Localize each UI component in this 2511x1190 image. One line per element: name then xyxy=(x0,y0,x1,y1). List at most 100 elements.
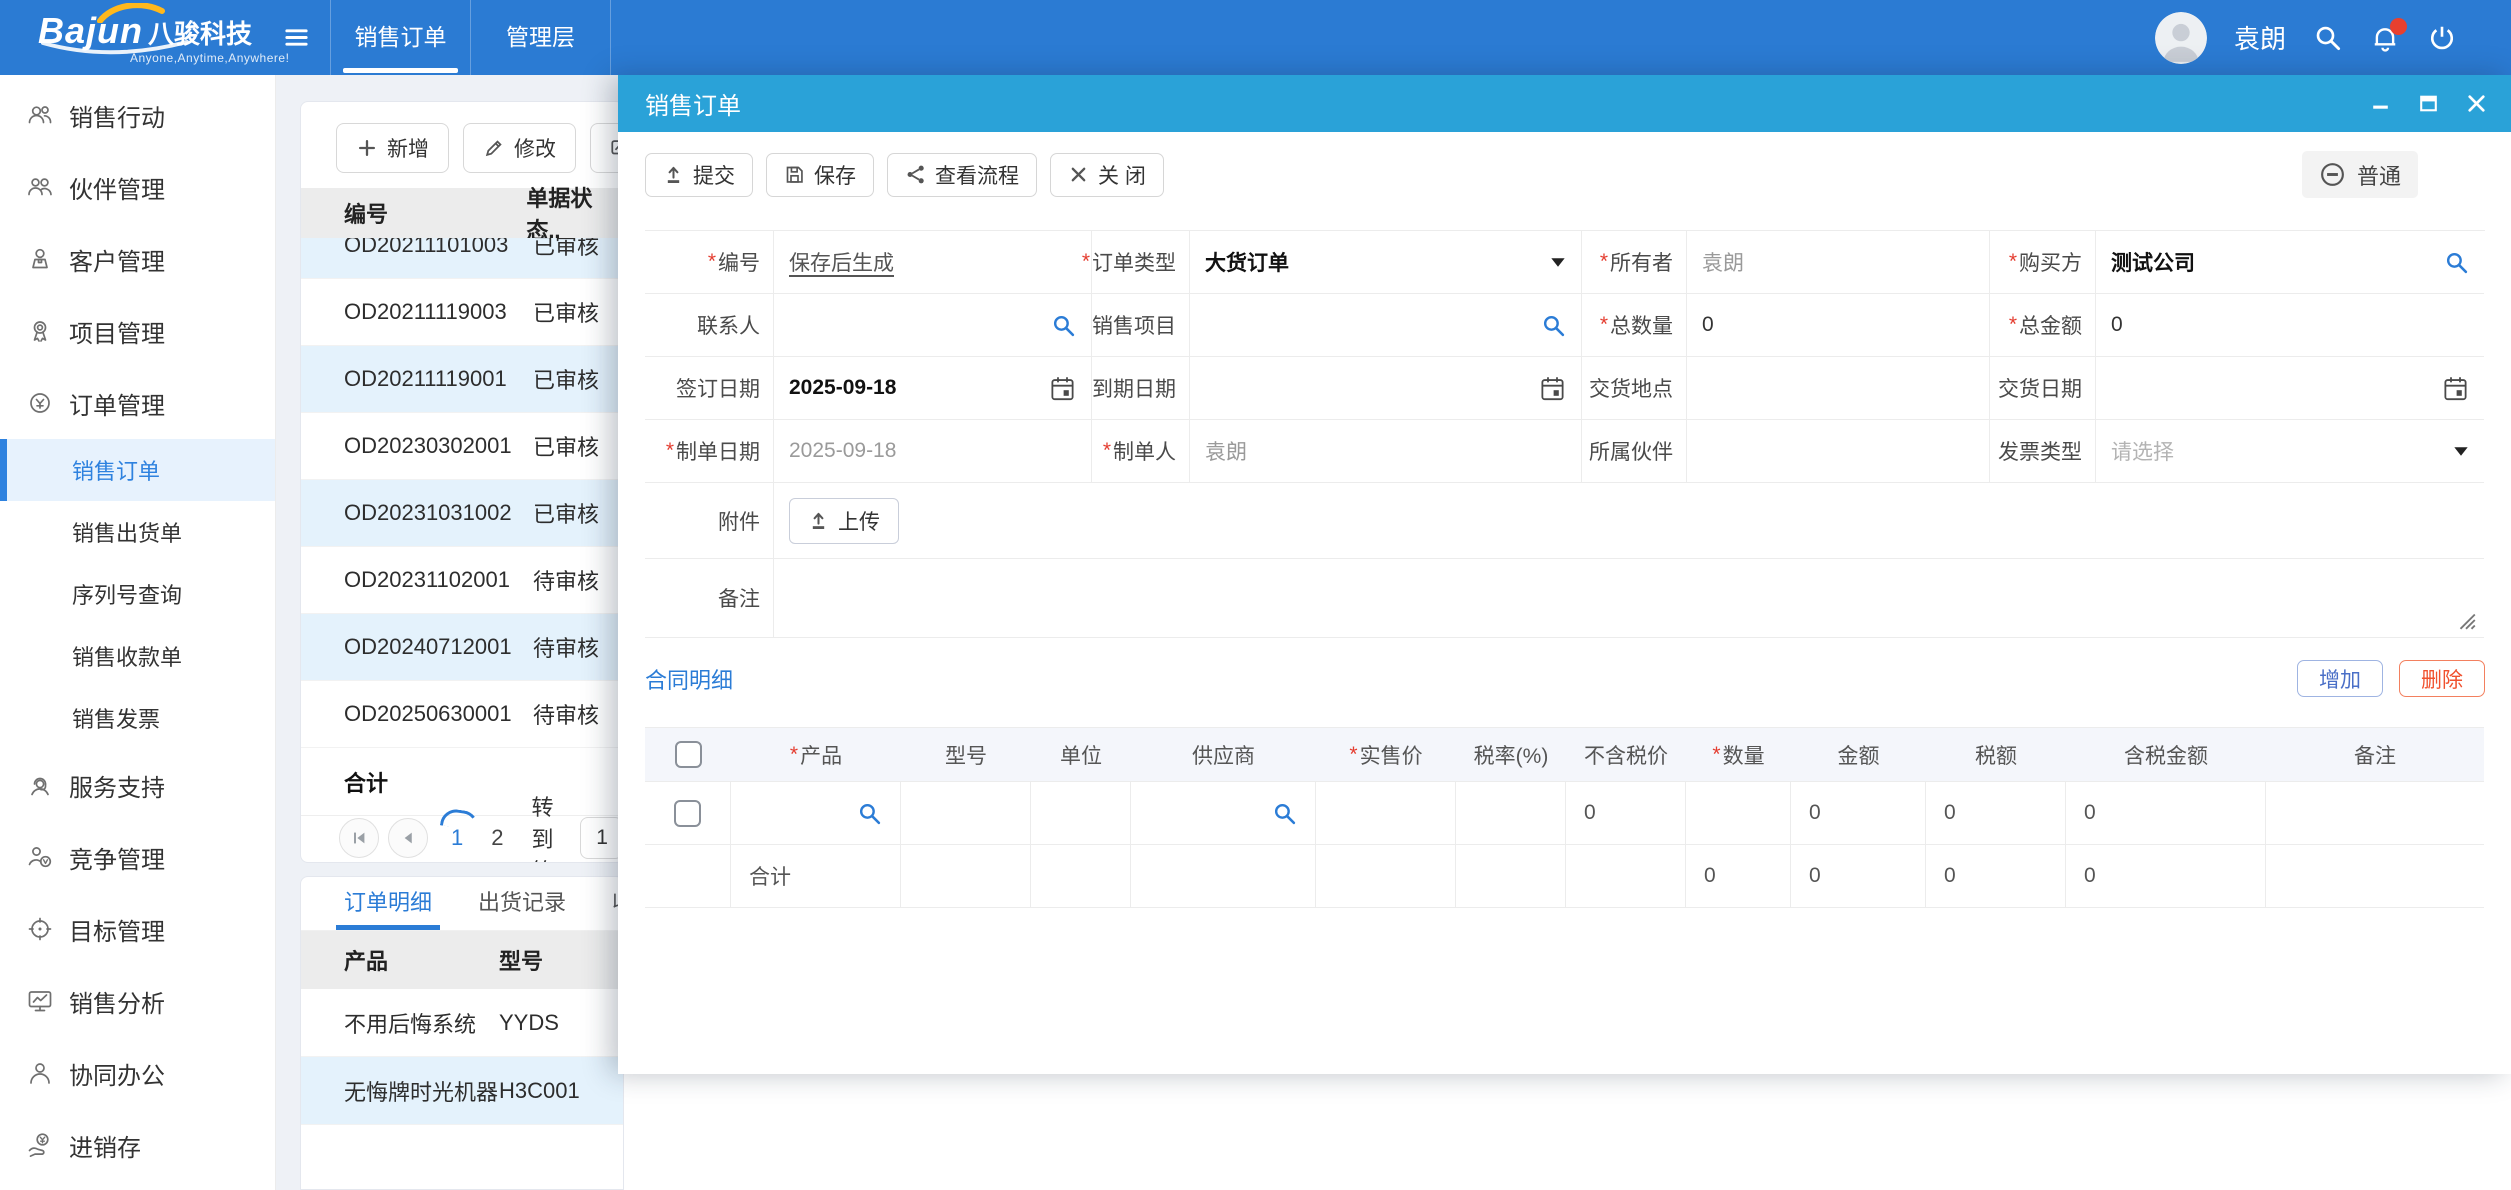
field-value-订单类型[interactable]: 大货订单 xyxy=(1190,231,1582,294)
sidebar-subitem-销售出货单[interactable]: 销售出货单 xyxy=(0,501,275,563)
dialog-button-保存[interactable]: 保存 xyxy=(766,153,874,197)
field-value-制单人[interactable]: 袁朗 xyxy=(1190,420,1582,483)
dialog-button-查看流程[interactable]: 查看流程 xyxy=(887,153,1037,197)
sidebar-item-协同办公[interactable]: 协同办公 xyxy=(0,1037,275,1109)
caret-icon[interactable] xyxy=(1550,257,1566,268)
maximize-icon[interactable] xyxy=(2416,91,2441,116)
order-row[interactable]: OD20211119001已审核 xyxy=(301,346,623,413)
field-value-签订日期[interactable]: 2025-09-18 xyxy=(774,357,1092,420)
column-header-model[interactable]: 型号 xyxy=(499,944,543,976)
sidebar-subitem-销售发票[interactable]: 销售发票 xyxy=(0,687,275,749)
row-checkbox[interactable] xyxy=(674,800,701,827)
order-row[interactable]: OD20211101003已审核 xyxy=(301,238,623,279)
field-value-所有者[interactable]: 袁朗 xyxy=(1687,231,1990,294)
sidebar-item-服务支持[interactable]: 服务支持 xyxy=(0,749,275,821)
product-row[interactable]: 不用后悔系统YYDS xyxy=(301,989,623,1057)
search-icon[interactable] xyxy=(857,801,882,826)
order-row[interactable]: OD20230302001已审核 xyxy=(301,413,623,480)
sidebar-item-目标管理[interactable]: 目标管理 xyxy=(0,893,275,965)
column-header-product[interactable]: 产品 xyxy=(344,944,499,976)
prev-page-button[interactable] xyxy=(388,818,428,858)
field-value-总数量[interactable]: 0 xyxy=(1687,294,1990,357)
field-value-销售项目[interactable] xyxy=(1190,294,1582,357)
field-value-备注[interactable] xyxy=(774,559,2484,638)
caret-icon[interactable] xyxy=(2453,446,2469,457)
power-icon[interactable] xyxy=(2427,23,2457,53)
nav-tab-销售订单[interactable]: 销售订单 xyxy=(330,0,470,75)
order-row[interactable]: OD20211119003已审核 xyxy=(301,279,623,346)
close-icon[interactable] xyxy=(2464,91,2489,116)
first-page-button[interactable] xyxy=(339,818,379,858)
order-row[interactable]: OD20231102001待审核 xyxy=(301,547,623,614)
tab-订单明细[interactable]: 订单明细 xyxy=(344,885,432,930)
sidebar-item-进销存[interactable]: 进销存 xyxy=(0,1109,275,1181)
增加-button[interactable]: 增加 xyxy=(2297,660,2383,697)
order-code: OD20211119001 xyxy=(344,366,533,392)
topbar: Bajun八骏科技 Anyone,Anytime,Anywhere! 销售订单管… xyxy=(0,0,2511,75)
hamburger-menu-icon[interactable] xyxy=(282,23,311,52)
minimize-icon[interactable] xyxy=(2368,91,2393,116)
sidebar-item-销售分析[interactable]: 销售分析 xyxy=(0,965,275,1037)
detail-cell[interactable] xyxy=(1131,782,1316,845)
calendar-icon[interactable] xyxy=(1539,375,1566,402)
dialog-titlebar[interactable]: 销售订单 xyxy=(618,75,2511,132)
field-label-销售项目: 销售项目 xyxy=(1092,294,1190,357)
section-title[interactable]: 合同明细 xyxy=(645,663,733,695)
sidebar-item-销售行动[interactable]: 销售行动 xyxy=(0,79,275,151)
field-value-交货地点[interactable] xyxy=(1687,357,1990,420)
calendar-icon[interactable] xyxy=(2442,375,2469,402)
page-number-2[interactable]: 2 xyxy=(491,825,503,851)
field-label-到期日期: 到期日期 xyxy=(1092,357,1190,420)
person-icon xyxy=(26,1059,54,1087)
app-logo[interactable]: Bajun八骏科技 Anyone,Anytime,Anywhere! xyxy=(38,4,258,72)
column-header-status[interactable]: 单据状态.. xyxy=(526,181,623,245)
search-icon[interactable] xyxy=(2313,23,2343,53)
sidebar-item-竞争管理[interactable]: 竞争管理 xyxy=(0,821,275,893)
field-text: 2025-09-18 xyxy=(789,439,896,463)
field-value-编号[interactable]: 保存后生成 xyxy=(774,231,1092,294)
select-all-checkbox[interactable] xyxy=(675,741,702,768)
sidebar-item-客户管理[interactable]: 客户管理 xyxy=(0,223,275,295)
search-icon[interactable] xyxy=(1051,313,1076,338)
search-icon[interactable] xyxy=(2444,250,2469,275)
order-row[interactable]: OD20240712001待审核 xyxy=(301,614,623,681)
notifications-icon[interactable] xyxy=(2370,23,2400,53)
product-row[interactable]: 无悔牌时光机器H3C001 xyxy=(301,1057,623,1125)
sidebar-subitem-销售收款单[interactable]: 销售收款单 xyxy=(0,625,275,687)
user-name[interactable]: 袁朗 xyxy=(2234,19,2286,56)
删除-button[interactable]: 删除 xyxy=(2399,660,2485,697)
detail-cell[interactable] xyxy=(731,782,901,845)
order-row[interactable]: OD20231031002已审核 xyxy=(301,480,623,547)
upload-button[interactable]: 上传 xyxy=(789,498,899,544)
page-number-1[interactable]: 1 xyxy=(451,825,463,851)
sidebar-subitem-序列号查询[interactable]: 序列号查询 xyxy=(0,563,275,625)
sidebar-item-订单管理[interactable]: 订单管理 xyxy=(0,367,275,439)
field-value-所属伙伴[interactable] xyxy=(1687,420,1990,483)
dialog-button-提交[interactable]: 提交 xyxy=(645,153,753,197)
sidebar-subitem-销售订单[interactable]: 销售订单 xyxy=(0,439,275,501)
sidebar-item-伙伴管理[interactable]: 伙伴管理 xyxy=(0,151,275,223)
field-value-联系人[interactable] xyxy=(774,294,1092,357)
field-value-交货日期[interactable] xyxy=(2096,357,2484,420)
column-header-code[interactable]: 编号 xyxy=(344,197,526,229)
mode-button[interactable]: 普通 xyxy=(2302,151,2418,198)
list-button-新增[interactable]: 新增 xyxy=(336,123,449,173)
list-button-修改[interactable]: 修改 xyxy=(463,123,576,173)
resize-handle-icon[interactable] xyxy=(2455,609,2477,631)
field-value-制单日期[interactable]: 2025-09-18 xyxy=(774,420,1092,483)
search-icon[interactable] xyxy=(1272,801,1297,826)
search-icon[interactable] xyxy=(1541,313,1566,338)
tab-出货记录[interactable]: 出货记录 xyxy=(478,885,566,930)
sidebar-item-项目管理[interactable]: 项目管理 xyxy=(0,295,275,367)
dialog-button-关闭[interactable]: 关 闭 xyxy=(1050,153,1164,197)
calendar-icon[interactable] xyxy=(1049,375,1076,402)
field-value-购买方[interactable]: 测试公司 xyxy=(2096,231,2484,294)
field-label-总金额: *总金额 xyxy=(1990,294,2096,357)
nav-tab-管理层[interactable]: 管理层 xyxy=(470,0,611,75)
field-value-到期日期[interactable] xyxy=(1190,357,1582,420)
goto-page-input[interactable]: 1 xyxy=(580,817,623,859)
field-value-总金额[interactable]: 0 xyxy=(2096,294,2484,357)
order-row[interactable]: OD20250630001待审核 xyxy=(301,681,623,748)
avatar[interactable] xyxy=(2155,12,2207,64)
field-value-发票类型[interactable]: 请选择 xyxy=(2096,420,2484,483)
